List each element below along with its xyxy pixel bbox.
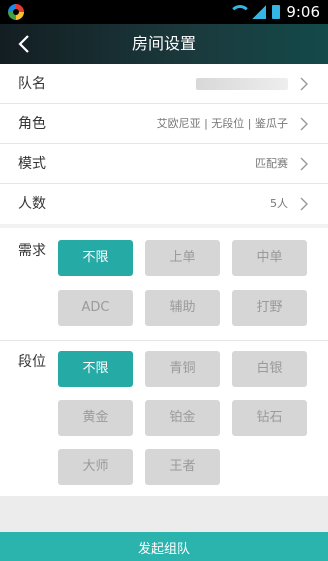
- battery-icon: [272, 5, 281, 19]
- role-row[interactable]: 角色 艾欧尼亚 | 无段位 | 鉴瓜子: [0, 104, 328, 144]
- role-label: 角色: [18, 116, 46, 132]
- chevron-right-icon: [296, 156, 312, 172]
- demand-chip[interactable]: ADC: [58, 290, 133, 326]
- wifi-icon: [228, 5, 252, 19]
- demand-chip[interactable]: 上单: [145, 240, 220, 276]
- demand-chip[interactable]: 打野: [232, 290, 307, 326]
- status-bar: 9:06: [0, 0, 328, 24]
- team-name-value-redacted: [196, 78, 288, 90]
- mode-value: 匹配赛: [255, 157, 288, 170]
- app-logo-icon: [8, 4, 24, 20]
- demand-chip[interactable]: 不限: [58, 240, 133, 276]
- player-count-value: 5人: [270, 197, 288, 210]
- header-bar: 房间设置: [0, 24, 328, 64]
- mode-row[interactable]: 模式 匹配赛: [0, 144, 328, 184]
- rank-chip[interactable]: 铂金: [145, 400, 220, 436]
- rank-chip[interactable]: 白银: [232, 351, 307, 387]
- demand-label: 需求: [18, 243, 46, 259]
- settings-list: 队名 角色 艾欧尼亚 | 无段位 | 鉴瓜子 模式 匹配赛 人数 5人: [0, 64, 328, 224]
- signal-icon: [252, 5, 267, 19]
- rank-chip[interactable]: 不限: [58, 351, 133, 387]
- status-time: 9:06: [286, 3, 320, 21]
- rank-chip[interactable]: 大师: [58, 449, 133, 485]
- rank-chip[interactable]: 黄金: [58, 400, 133, 436]
- start-team-button[interactable]: 发起组队: [0, 532, 328, 561]
- demand-section: 需求 不限 上单 中单 ADC 辅助 打野: [0, 228, 328, 340]
- demand-chip[interactable]: 中单: [232, 240, 307, 276]
- rank-chip[interactable]: 青铜: [145, 351, 220, 387]
- rank-chip[interactable]: 王者: [145, 449, 220, 485]
- team-name-label: 队名: [18, 76, 46, 92]
- role-value: 艾欧尼亚 | 无段位 | 鉴瓜子: [156, 117, 288, 130]
- chevron-right-icon: [296, 196, 312, 212]
- chevron-right-icon: [296, 76, 312, 92]
- player-count-row[interactable]: 人数 5人: [0, 184, 328, 224]
- rank-section: 段位 不限 青铜 白银 黄金 铂金 钻石 大师 王者: [0, 340, 328, 496]
- player-count-label: 人数: [18, 196, 46, 212]
- page-title: 房间设置: [131, 34, 196, 53]
- team-name-row[interactable]: 队名: [0, 64, 328, 104]
- rank-chip[interactable]: 钻石: [232, 400, 307, 436]
- mode-label: 模式: [18, 156, 46, 172]
- footer-spacer: [0, 496, 328, 532]
- chevron-right-icon: [296, 116, 312, 132]
- rank-label: 段位: [18, 354, 46, 370]
- demand-chip[interactable]: 辅助: [145, 290, 220, 326]
- status-icons: 9:06: [228, 3, 320, 21]
